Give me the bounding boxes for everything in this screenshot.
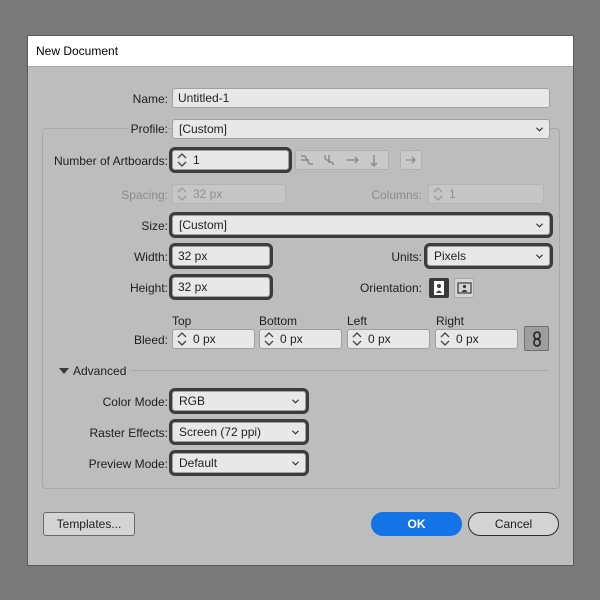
dialog-titlebar: New Document	[28, 36, 573, 67]
grid-by-column-icon[interactable]	[323, 154, 337, 166]
preview-mode-value: Default	[179, 456, 218, 470]
width-label: Width:	[133, 250, 168, 264]
landscape-icon	[457, 282, 472, 294]
profile-value: [Custom]	[179, 122, 228, 136]
profile-select[interactable]: [Custom]	[172, 119, 550, 139]
columns-label: Columns:	[371, 188, 422, 202]
chevron-down-icon	[292, 461, 299, 466]
arrow-right-icon	[406, 156, 416, 164]
stepper-arrows-icon[interactable]	[176, 331, 188, 347]
name-input[interactable]: Untitled-1	[172, 88, 550, 108]
templates-button[interactable]: Templates...	[43, 512, 135, 536]
bleed-label: Bleed:	[133, 333, 168, 347]
color-mode-value: RGB	[179, 394, 206, 408]
grid-by-row-icon[interactable]	[300, 154, 314, 166]
chevron-down-icon	[292, 430, 299, 435]
bleed-right-stepper[interactable]: 0 px	[435, 329, 518, 349]
bleed-left-stepper[interactable]: 0 px	[347, 329, 430, 349]
height-label: Height:	[129, 281, 168, 295]
stepper-arrows-icon[interactable]	[351, 331, 363, 347]
bleed-bottom-stepper[interactable]: 0 px	[259, 329, 342, 349]
stepper-arrows-icon[interactable]	[263, 331, 275, 347]
raster-effects-select[interactable]: Screen (72 ppi)	[169, 419, 309, 445]
profile-label: Profile:	[126, 122, 168, 136]
color-mode-label: Color Mode:	[102, 395, 168, 409]
stepper-arrows-icon	[177, 187, 187, 201]
advanced-divider	[130, 370, 549, 371]
preview-mode-label: Preview Mode:	[88, 457, 168, 471]
size-value: [Custom]	[179, 218, 228, 232]
artboard-layout-group	[295, 150, 389, 170]
portrait-orientation-button[interactable]	[429, 278, 449, 298]
landscape-orientation-button[interactable]	[454, 278, 474, 298]
bleed-right-label: Right	[436, 314, 465, 328]
dialog-title: New Document	[36, 44, 119, 58]
artboards-stepper[interactable]: 1	[169, 147, 292, 173]
columns-value: 1	[449, 187, 456, 201]
raster-effects-label: Raster Effects:	[89, 426, 168, 440]
chevron-down-icon	[536, 223, 543, 228]
triangle-down-icon[interactable]	[59, 367, 69, 375]
spacing-label: Spacing:	[121, 188, 168, 202]
raster-effects-value: Screen (72 ppi)	[179, 425, 262, 439]
columns-stepper[interactable]: 1	[428, 184, 544, 204]
units-select[interactable]: Pixels	[424, 243, 553, 269]
chevron-down-icon	[536, 127, 543, 132]
stepper-arrows-icon[interactable]	[439, 331, 451, 347]
units-value: Pixels	[434, 249, 467, 263]
link-icon	[533, 331, 541, 347]
height-input[interactable]: 32 px	[169, 274, 273, 300]
orientation-label: Orientation:	[359, 281, 422, 295]
artboards-value: 1	[193, 153, 200, 167]
bleed-left-value: 0 px	[368, 332, 391, 346]
bleed-top-value: 0 px	[193, 332, 216, 346]
size-select[interactable]: [Custom]	[169, 212, 553, 238]
chevron-down-icon	[292, 399, 299, 404]
bleed-top-label: Top	[172, 314, 192, 328]
width-input[interactable]: 32 px	[169, 243, 273, 269]
spacing-value: 32 px	[193, 187, 223, 201]
new-document-dialog: New Document Name: Untitled-1 Profile: […	[27, 35, 574, 566]
name-label: Name:	[132, 92, 168, 106]
bleed-bottom-value: 0 px	[280, 332, 303, 346]
ok-button[interactable]: OK	[371, 512, 462, 536]
preview-mode-select[interactable]: Default	[169, 450, 309, 476]
portrait-icon	[434, 281, 444, 295]
arrange-by-row-icon[interactable]	[346, 154, 360, 166]
bleed-left-label: Left	[347, 314, 368, 328]
cancel-button[interactable]: Cancel	[468, 512, 559, 536]
bleed-top-stepper[interactable]: 0 px	[172, 329, 255, 349]
advanced-toggle[interactable]: Advanced	[73, 364, 126, 378]
arrange-by-column-icon[interactable]	[368, 154, 380, 168]
units-label: Units:	[391, 250, 422, 264]
chevron-down-icon	[536, 254, 543, 259]
stepper-arrows-icon[interactable]	[176, 152, 188, 168]
color-mode-select[interactable]: RGB	[169, 388, 309, 414]
bleed-bottom-label: Bottom	[259, 314, 298, 328]
link-bleed-button[interactable]	[524, 326, 549, 351]
artboards-label: Number of Artboards:	[53, 154, 168, 168]
spacing-stepper[interactable]: 32 px	[172, 184, 286, 204]
change-to-rtl-button[interactable]	[400, 150, 422, 170]
stepper-arrows-icon	[433, 187, 443, 201]
bleed-right-value: 0 px	[456, 332, 479, 346]
size-label: Size:	[141, 219, 168, 233]
